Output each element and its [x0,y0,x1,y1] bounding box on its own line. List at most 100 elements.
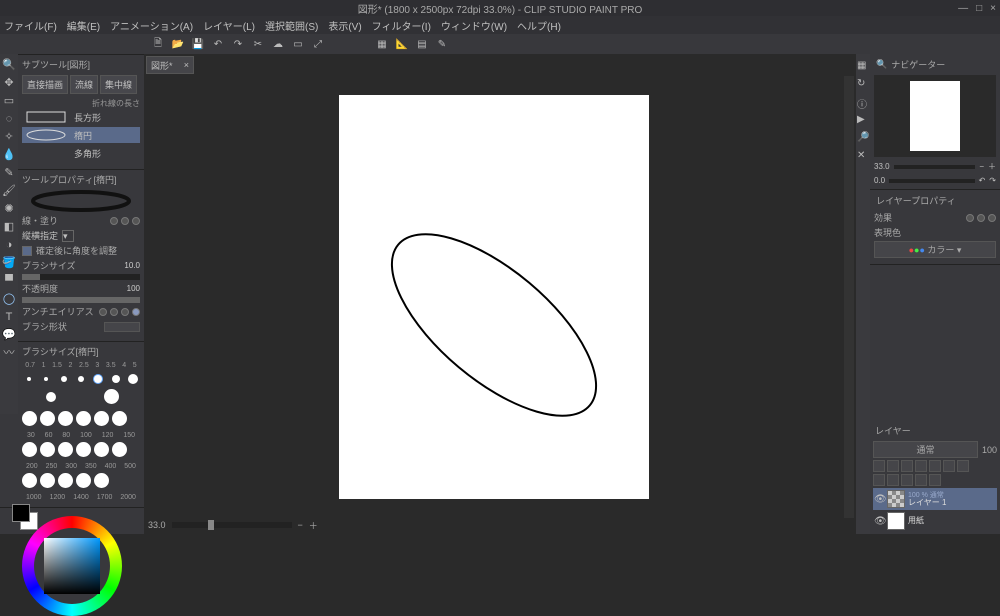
snap-icon[interactable]: ▦ [374,36,390,52]
new-icon[interactable]: 🗎 [150,36,166,52]
shape-tool-icon[interactable]: ◯ [2,292,16,306]
menu-animation[interactable]: アニメーション(A) [110,18,193,33]
undo-icon[interactable]: ↶ [210,36,226,52]
zoom-out-icon[interactable]: − [298,520,303,530]
transfer-button[interactable] [901,474,913,486]
material-icon[interactable]: ▦ [857,60,869,72]
blend-tool-icon[interactable]: ◑ [2,238,16,252]
open-icon[interactable]: 📂 [170,36,186,52]
canvas-viewport[interactable] [148,76,840,518]
grid-icon[interactable]: ▤ [414,36,430,52]
navigator-angle-slider[interactable] [889,179,974,183]
brush-dot[interactable] [112,442,127,457]
brush-dot[interactable] [94,473,109,488]
brush-dot[interactable] [112,375,120,383]
maximize-button[interactable]: □ [976,3,982,14]
opacity-slider[interactable] [22,297,140,303]
visibility-icon[interactable]: 👁 [874,516,884,527]
layer-clip-button[interactable] [887,460,899,472]
menu-window[interactable]: ウィンドウ(W) [441,18,507,33]
line-fill-options[interactable] [110,217,140,225]
layer-color-button[interactable] [957,460,969,472]
brush-dot[interactable] [46,392,56,402]
autoaction-icon[interactable]: ▶ [857,114,869,126]
brush-dot[interactable] [27,377,31,381]
zoom-slider[interactable] [172,522,292,528]
zoom-in-icon[interactable]: ＋ [309,519,318,532]
assist-icon[interactable]: ✎ [434,36,450,52]
fit-icon[interactable]: ⤢ [310,36,326,52]
navigator-zoom-slider[interactable] [894,165,976,169]
menu-edit[interactable]: 編集(E) [67,18,100,33]
fill-tool-icon[interactable]: 🪣 [2,256,16,270]
fg-color[interactable] [12,504,30,522]
brush-dot[interactable] [76,442,91,457]
navigator-thumbnail[interactable] [874,75,996,157]
brush-dot[interactable] [112,411,127,426]
brush-shape-dropdown[interactable] [104,322,140,332]
menu-view[interactable]: 表示(V) [328,18,361,33]
layer-row[interactable]: 👁 100 % 通常レイヤー 1 [873,488,997,510]
expression-select[interactable]: ●●● カラー ▾ [874,241,996,258]
new-layer-button[interactable] [873,474,885,486]
eraser-tool-icon[interactable]: ◧ [2,220,16,234]
brush-dot[interactable] [94,411,109,426]
brush-dot[interactable] [40,411,55,426]
vertical-scrollbar[interactable] [844,76,854,518]
delete-icon[interactable]: ✂ [250,36,266,52]
saturation-value-box[interactable] [44,538,100,594]
layer-lock-button[interactable] [873,460,885,472]
eyedrop-tool-icon[interactable]: 💧 [2,148,16,162]
menu-select[interactable]: 選択範囲(S) [265,18,318,33]
brush-dot[interactable] [44,377,48,381]
cloud-icon[interactable]: ☁ [270,36,286,52]
aa-options[interactable] [99,308,140,316]
menu-layer[interactable]: レイヤー(L) [203,18,255,33]
text-tool-icon[interactable]: T [2,310,16,324]
angle-checkbox[interactable] [22,246,32,256]
brush-dot[interactable] [22,411,37,426]
search-icon[interactable]: 🔎 [857,132,869,144]
zoom-in-icon[interactable]: ＋ [988,161,996,172]
select-icon[interactable]: ▭ [290,36,306,52]
brush-dot[interactable] [58,473,73,488]
aspect-toggle[interactable]: ▾ [62,230,74,242]
ruler-icon[interactable]: 📐 [394,36,410,52]
brush-dot[interactable] [76,473,91,488]
blend-mode-select[interactable]: 通常 [873,441,978,458]
canvas-tab[interactable]: 図形* × [146,56,194,74]
brush-dot[interactable] [22,473,37,488]
rotate-right-icon[interactable]: ↷ [989,176,996,185]
color-swatch[interactable] [12,504,38,530]
minimize-button[interactable]: — [958,3,968,14]
select-tool-icon[interactable]: ▭ [2,94,16,108]
shape-ellipse[interactable]: 楕円 [22,127,140,143]
subtool-tab-direct[interactable]: 直接描画 [22,75,68,94]
brush-dot[interactable] [94,375,102,383]
wand-tool-icon[interactable]: ✧ [2,130,16,144]
brush-dot[interactable] [61,376,67,382]
brush-dot[interactable] [128,374,138,384]
layer-ruler-button[interactable] [943,460,955,472]
close-button[interactable]: × [990,3,996,14]
menu-help[interactable]: ヘルプ(H) [517,18,561,33]
move-tool-icon[interactable]: ✥ [2,76,16,90]
subtool-tab-stream[interactable]: 流線 [70,75,98,94]
brush-dot[interactable] [58,442,73,457]
shape-polygon[interactable]: 多角形 [22,145,140,161]
balloon-tool-icon[interactable]: 💬 [2,328,16,342]
save-icon[interactable]: 💾 [190,36,206,52]
gradient-tool-icon[interactable]: ▀ [2,274,16,288]
brush-dot[interactable] [22,442,37,457]
merge-button[interactable] [915,474,927,486]
zoom-tool-icon[interactable]: 🔍 [2,58,16,72]
layer-mask-button[interactable] [929,460,941,472]
subtool-tab-concentr[interactable]: 集中線 [100,75,137,94]
visibility-icon[interactable]: 👁 [874,494,884,505]
correct-tool-icon[interactable]: 〰 [2,346,16,360]
brush-dot[interactable] [40,442,55,457]
brush-size-slider[interactable] [22,274,140,280]
menu-file[interactable]: ファイル(F) [4,18,57,33]
search-icon[interactable]: 🔍 [876,59,887,70]
airbrush-tool-icon[interactable]: ✺ [2,202,16,216]
